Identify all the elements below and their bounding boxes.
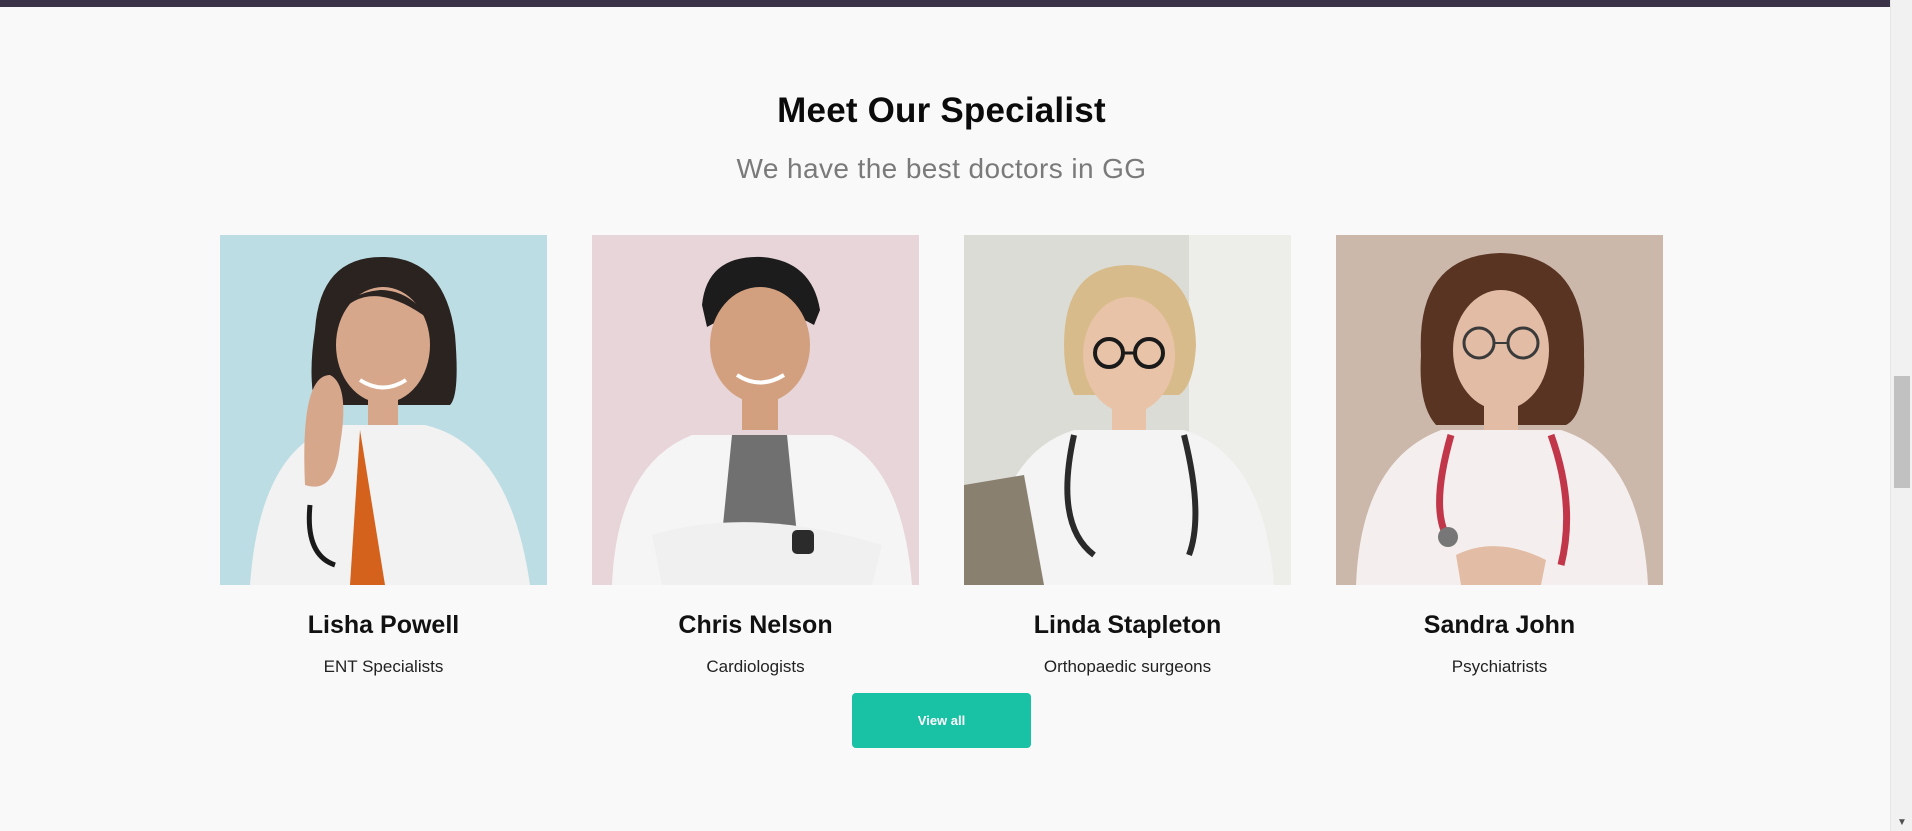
doctor-name: Chris Nelson [678, 611, 833, 639]
doctor-role: Cardiologists [706, 657, 805, 676]
chevron-down-icon[interactable]: ▼ [1891, 815, 1912, 831]
view-all-button[interactable]: View all [852, 693, 1031, 748]
doctor-name: Linda Stapleton [1033, 611, 1222, 639]
doctor-card[interactable]: Linda Stapleton Orthopaedic surgeons [964, 235, 1291, 677]
doctor-card[interactable]: Chris Nelson Cardiologists [592, 235, 919, 677]
doctor-role: Psychiatrists [1451, 657, 1548, 676]
doctor-photo [220, 235, 547, 585]
vertical-scrollbar[interactable]: ▼ [1890, 0, 1912, 831]
doctor-card[interactable]: Lisha Powell ENT Specialists [220, 235, 547, 677]
doctor-photo [964, 235, 1291, 585]
top-nav-strip [0, 0, 1890, 7]
doctor-name: Sandra John [1423, 611, 1576, 639]
doctor-photo [592, 235, 919, 585]
doctor-name: Lisha Powell [307, 611, 460, 639]
section-subtitle: We have the best doctors in GG [736, 153, 1147, 184]
doctor-role: Orthopaedic surgeons [1043, 657, 1212, 676]
section-title: Meet Our Specialist [777, 91, 1106, 130]
doctor-photo [1336, 235, 1663, 585]
doctor-card[interactable]: Sandra John Psychiatrists [1336, 235, 1663, 677]
doctor-role: ENT Specialists [323, 657, 444, 676]
specialists-section: Meet Our Specialist We have the best doc… [0, 7, 1890, 831]
scrollbar-thumb[interactable] [1894, 376, 1910, 488]
